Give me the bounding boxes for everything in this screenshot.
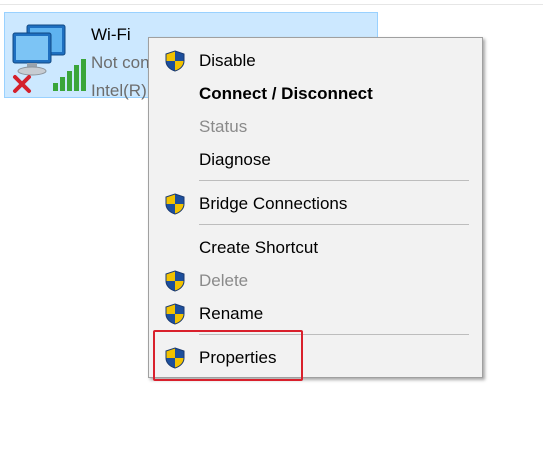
uac-shield-icon <box>165 193 185 215</box>
menu-item-label: Diagnose <box>199 150 271 169</box>
menu-item-status: Status <box>149 110 482 143</box>
uac-shield-icon <box>165 50 185 72</box>
menu-item-rename[interactable]: Rename <box>149 297 482 330</box>
menu-item-bridge-connections[interactable]: Bridge Connections <box>149 187 482 220</box>
menu-item-label: Delete <box>199 271 249 290</box>
menu-item-create-shortcut[interactable]: Create Shortcut <box>149 231 482 264</box>
adapter-name: Wi-Fi <box>91 25 131 44</box>
uac-shield-icon <box>165 270 185 292</box>
menu-item-label: Status <box>199 117 248 136</box>
window-top-border <box>0 4 543 5</box>
context-menu: Disable Connect / Disconnect Status Diag… <box>148 37 483 378</box>
menu-separator <box>199 224 469 225</box>
wifi-adapter-disconnected-icon <box>12 24 86 93</box>
menu-separator <box>199 180 469 181</box>
menu-item-connect-disconnect[interactable]: Connect / Disconnect <box>149 77 482 110</box>
menu-item-label: Create Shortcut <box>199 238 319 257</box>
uac-shield-icon <box>165 303 185 325</box>
menu-item-label: Bridge Connections <box>199 194 348 213</box>
menu-item-label: Connect / Disconnect <box>199 84 373 103</box>
properties-highlight-box <box>153 330 303 381</box>
menu-item-label: Rename <box>199 304 264 323</box>
adapter-device: Intel(R) <box>91 81 147 100</box>
menu-item-delete: Delete <box>149 264 482 297</box>
menu-item-label: Disable <box>199 51 256 70</box>
menu-item-diagnose[interactable]: Diagnose <box>149 143 482 176</box>
menu-item-disable[interactable]: Disable <box>149 44 482 77</box>
adapter-status: Not con <box>91 53 150 72</box>
